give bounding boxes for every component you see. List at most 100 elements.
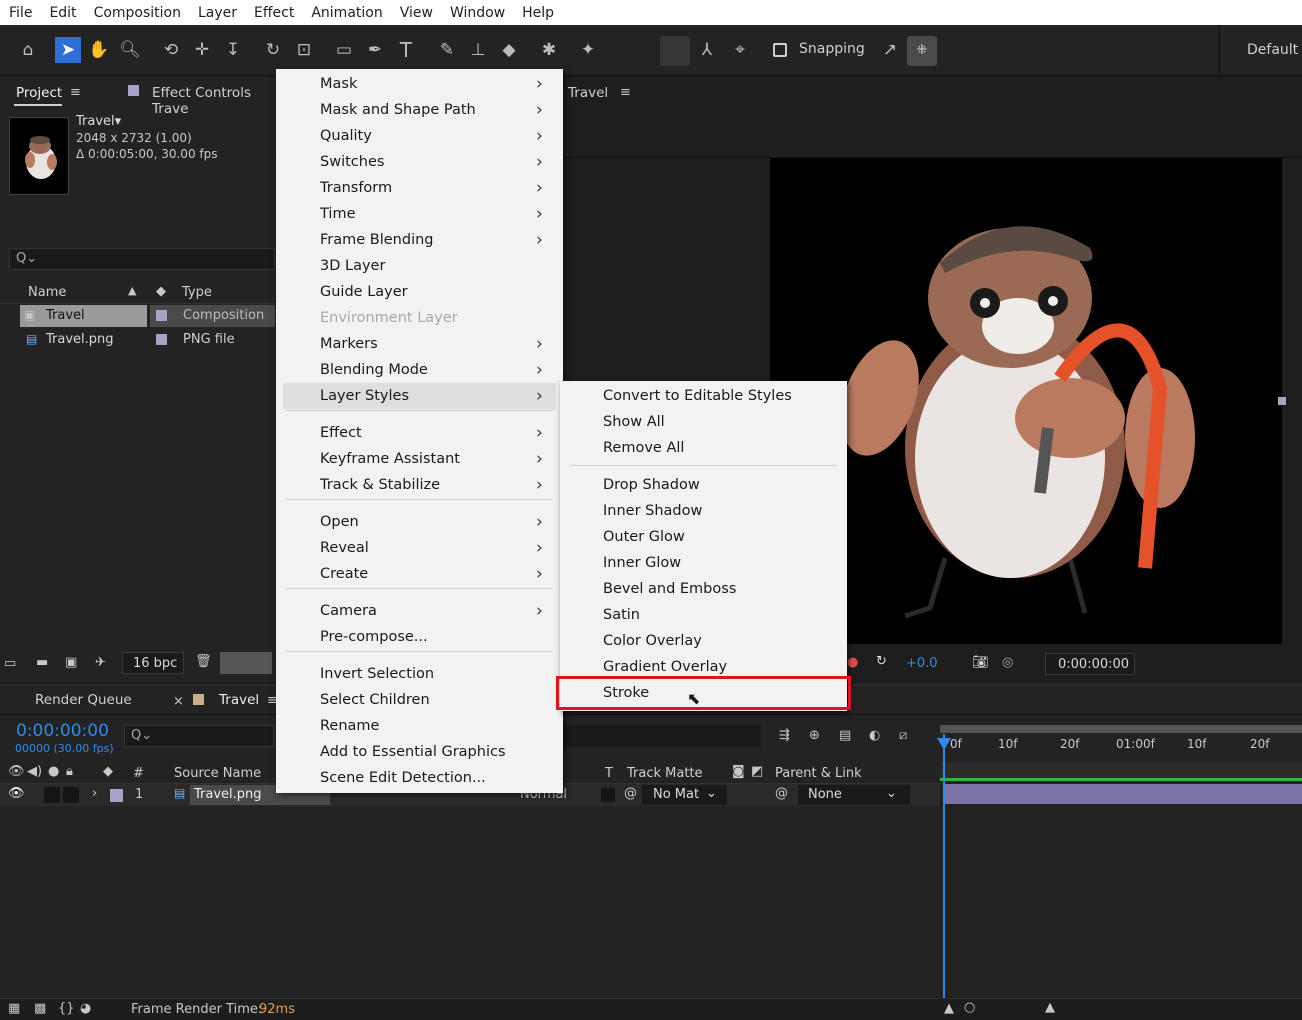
new-composition-icon[interactable]: ▣	[65, 655, 77, 670]
menu-item-camera[interactable]: Camera ›	[283, 598, 556, 624]
world-axis-icon[interactable]: ⅄	[696, 39, 718, 61]
column-name[interactable]: Name	[28, 285, 66, 300]
hand-tool-icon[interactable]: ✋	[88, 39, 110, 61]
snapping-checkbox[interactable]	[773, 43, 787, 57]
submenu-item-convert-to-editable-styles[interactable]: Convert to Editable Styles	[560, 383, 847, 409]
column-parent-link[interactable]: Parent & Link	[775, 766, 862, 781]
menu-item-add-to-essential-graphics[interactable]: Add to Essential Graphics	[283, 739, 556, 765]
motion-blur-icon[interactable]: ◐	[869, 728, 880, 743]
zoom-tool-icon[interactable]: 🔍︎	[119, 39, 141, 61]
orbit-camera-icon[interactable]: ⟲	[160, 39, 182, 61]
clone-stamp-tool-icon[interactable]: ⊥	[467, 39, 489, 61]
home-icon[interactable]: ⌂	[17, 39, 39, 61]
rotation-tool-icon[interactable]: ↻	[262, 39, 284, 61]
snapshot-icon[interactable]: 📷︎	[972, 655, 989, 670]
column-track-matte[interactable]: Track Matte	[627, 766, 703, 781]
eraser-tool-icon[interactable]: ◆	[498, 39, 520, 61]
submenu-item-satin[interactable]: Satin	[560, 602, 847, 628]
solo-icon[interactable]: ●	[48, 764, 59, 779]
menu-effect[interactable]: Effect	[245, 5, 302, 21]
project-search-input[interactable]: Q⌄	[9, 248, 275, 270]
menu-layer[interactable]: Layer	[189, 5, 245, 21]
parent-pickwhip-icon[interactable]: @	[775, 786, 788, 801]
submenu-item-remove-all[interactable]: Remove All	[560, 435, 847, 461]
eye-icon[interactable]: 👁︎	[8, 764, 25, 779]
local-axis-icon[interactable]	[660, 36, 690, 66]
track-matte-dropdown[interactable]: No Mat ⌄	[642, 785, 727, 805]
layer-label-swatch[interactable]	[110, 789, 123, 802]
zoom-out-icon[interactable]: ▲	[944, 1001, 954, 1016]
anchor-point-tool-icon[interactable]: ⊡	[293, 39, 315, 61]
menu-item-layer-styles[interactable]: Layer Styles ›	[283, 383, 556, 409]
expand-chevron-icon[interactable]: ›	[92, 786, 97, 801]
submenu-item-color-overlay[interactable]: Color Overlay	[560, 628, 847, 654]
zoom-in-icon[interactable]: ▲	[1045, 1000, 1055, 1015]
current-time[interactable]: 0:00:00:00	[16, 721, 109, 741]
submenu-item-inner-shadow[interactable]: Inner Shadow	[560, 498, 847, 524]
menu-item-markers[interactable]: Markers ›	[283, 331, 556, 357]
menu-item-3d-layer[interactable]: 3D Layer	[283, 253, 556, 279]
menu-item-blending-mode[interactable]: Blending Mode ›	[283, 357, 556, 383]
trash-icon[interactable]: 🗑︎	[195, 654, 212, 669]
solo-toggle[interactable]	[44, 787, 60, 803]
tab-timeline-travel[interactable]: Travel	[219, 692, 259, 708]
workspace-default[interactable]: Default	[1247, 42, 1298, 58]
tab-project[interactable]: Project	[16, 85, 62, 101]
submenu-item-outer-glow[interactable]: Outer Glow	[560, 524, 847, 550]
bpc-button[interactable]: 16 bpc	[122, 652, 184, 674]
close-tab-icon[interactable]: ×	[173, 694, 184, 709]
channel-icon[interactable]: ●	[847, 655, 858, 670]
menu-item-mask-and-shape-path[interactable]: Mask and Shape Path ›	[283, 97, 556, 123]
menu-item-transform[interactable]: Transform ›	[283, 175, 556, 201]
dolly-camera-icon[interactable]: ↧	[222, 39, 244, 61]
brush-tool-icon[interactable]: ✎	[436, 39, 458, 61]
menu-item-track-stabilize[interactable]: Track & Stabilize ›	[283, 472, 556, 498]
work-area-bar[interactable]	[940, 725, 1302, 733]
tab-composition-travel[interactable]: Travel	[568, 85, 608, 101]
visibility-eye-icon[interactable]: 👁︎	[8, 786, 25, 801]
menu-item-rename[interactable]: Rename	[283, 713, 556, 739]
toggle-in-out-icon[interactable]: {}	[58, 1001, 75, 1016]
graph-editor-icon[interactable]: ⧄	[899, 728, 907, 743]
exposure-value[interactable]: +0.0	[906, 656, 938, 671]
menu-item-time[interactable]: Time ›	[283, 201, 556, 227]
item-name[interactable]: Travel▾	[76, 114, 121, 129]
layer-handle[interactable]	[1278, 397, 1286, 405]
preserve-transparency-toggle[interactable]	[601, 788, 615, 802]
menu-item-reveal[interactable]: Reveal ›	[283, 535, 556, 561]
panel-menu-icon[interactable]: ≡	[620, 85, 631, 100]
menu-edit[interactable]: Edit	[40, 5, 84, 21]
menu-item-create[interactable]: Create ›	[283, 561, 556, 587]
draft-3d-icon[interactable]: ⊕	[809, 728, 820, 743]
frame-blending-icon[interactable]: ▤	[839, 728, 851, 743]
menu-item-guide-layer[interactable]: Guide Layer	[283, 279, 556, 305]
pen-tool-icon[interactable]: ✒	[364, 39, 386, 61]
snap-features-icon[interactable]: ⁜	[907, 36, 937, 66]
menu-item-frame-blending[interactable]: Frame Blending ›	[283, 227, 556, 253]
project-row-travel-png[interactable]: ▤ Travel.png PNG file	[0, 329, 275, 351]
submenu-item-gradient-overlay[interactable]: Gradient Overlay	[560, 654, 847, 680]
comp-flowchart-icon[interactable]: ⇶	[779, 728, 790, 743]
audio-icon[interactable]: ◀)	[27, 764, 42, 779]
puppet-tool-icon[interactable]: ✦	[577, 39, 599, 61]
menu-item-quality[interactable]: Quality ›	[283, 123, 556, 149]
menu-item-select-children[interactable]: Select Children	[283, 687, 556, 713]
menu-item-switches[interactable]: Switches ›	[283, 149, 556, 175]
menu-window[interactable]: Window	[441, 5, 513, 21]
snap-edges-icon[interactable]: ↗	[879, 39, 901, 61]
menu-item-keyframe-assistant[interactable]: Keyframe Assistant ›	[283, 446, 556, 472]
roto-brush-tool-icon[interactable]: ✱	[538, 39, 560, 61]
view-axis-icon[interactable]: ⌖	[729, 39, 751, 61]
reset-exposure-icon[interactable]: ↻	[876, 654, 887, 669]
parent-dropdown[interactable]: None ⌄	[798, 785, 910, 805]
menu-help[interactable]: Help	[513, 5, 562, 21]
layer-duration-bar[interactable]	[945, 784, 1302, 804]
tab-render-queue[interactable]: Render Queue	[35, 692, 132, 708]
submenu-item-drop-shadow[interactable]: Drop Shadow	[560, 472, 847, 498]
menu-item-mask[interactable]: Mask ›	[283, 71, 556, 97]
menu-item-invert-selection[interactable]: Invert Selection	[283, 661, 556, 687]
tab-effect-controls[interactable]: Effect Controls Trave	[152, 85, 275, 117]
zoom-slider-knob[interactable]: ○	[964, 1000, 975, 1015]
column-type[interactable]: Type	[182, 285, 212, 300]
viewer-timecode[interactable]: 0:00:00:00	[1045, 653, 1135, 675]
